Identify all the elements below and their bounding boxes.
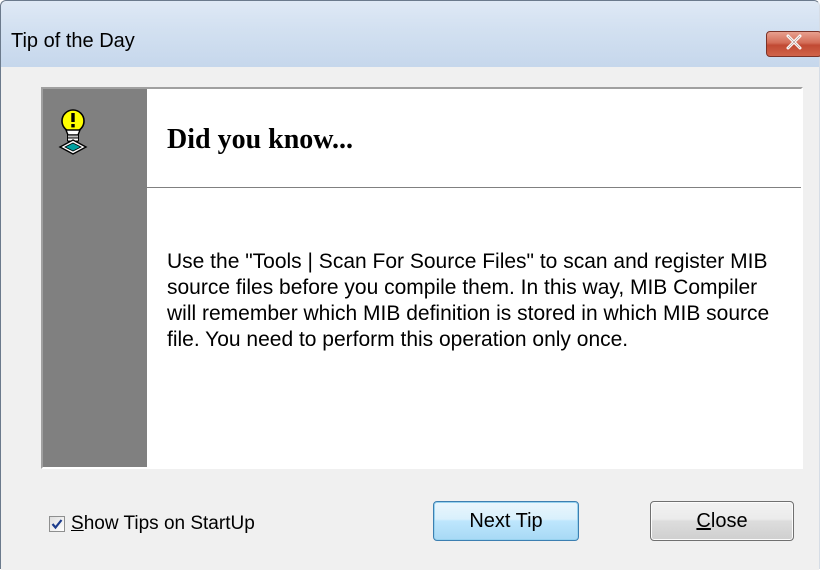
title-bar[interactable]: Tip of the Day [1,1,820,67]
close-label-rest: lose [710,509,748,532]
tip-headline: Did you know... [167,124,353,155]
close-label: Close [696,510,747,533]
close-button[interactable]: Close [650,501,794,541]
dialog-body: Did you know... Use the "Tools | Scan Fo… [1,67,819,570]
tip-panel: Did you know... Use the "Tools | Scan Fo… [41,87,803,469]
close-x-icon [785,34,803,55]
window-title: Tip of the Day [11,30,135,52]
tip-text: Use the "Tools | Scan For Source Files" … [167,250,770,351]
next-tip-label: Next Tip [469,509,543,532]
close-mnemonic: C [696,509,711,532]
tip-of-the-day-dialog: Tip of the Day Did you know... Use the "… [0,0,820,570]
window-close-button[interactable] [766,31,820,57]
next-tip-button[interactable]: Next Tip [433,501,579,541]
checkmark-icon [51,519,63,530]
headline-divider [147,187,801,188]
show-tips-label[interactable]: Show Tips on StartUp [71,513,255,535]
lightbulb-icon [57,107,89,155]
tip-side-strip [43,89,147,467]
show-tips-mnemonic: S [71,513,84,534]
show-tips-checkbox[interactable] [49,516,65,532]
show-tips-checkbox-row[interactable]: Show Tips on StartUp [49,513,255,535]
show-tips-label-rest: how Tips on StartUp [83,513,255,534]
